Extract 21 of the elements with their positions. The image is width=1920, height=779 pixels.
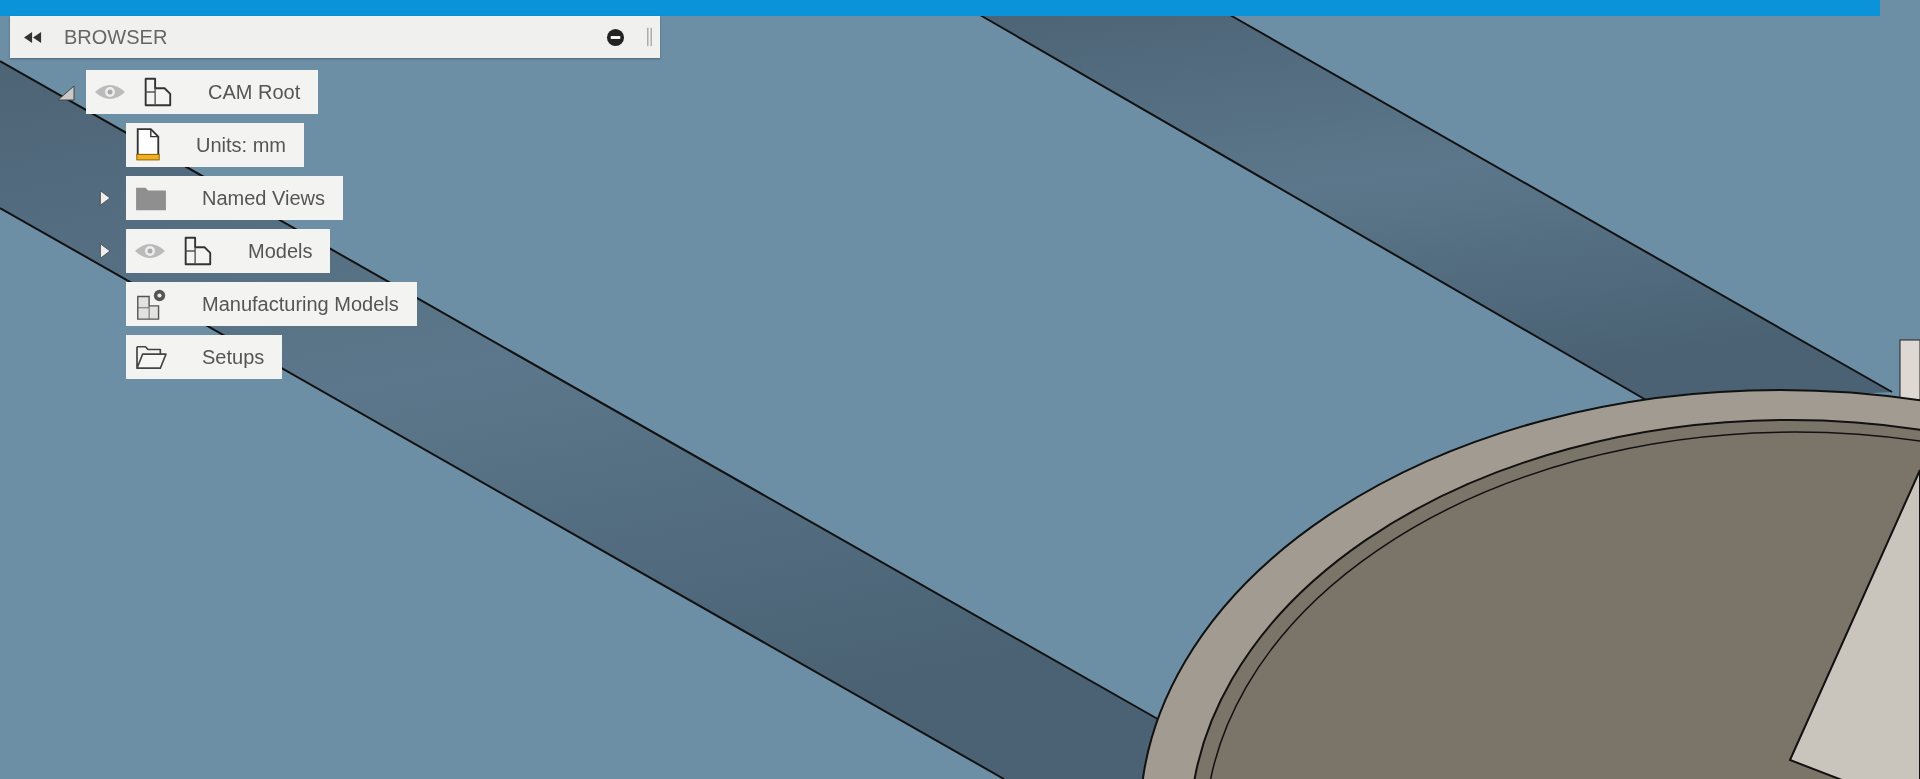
node-label: Named Views: [201, 186, 326, 210]
browser-node[interactable]: Setups: [126, 335, 283, 379]
minus-circle-icon[interactable]: [606, 27, 625, 47]
node-label: Models: [247, 239, 313, 263]
node-label: CAM Root: [207, 80, 301, 104]
collapse-toggle-icon[interactable]: [56, 82, 76, 102]
manufacturing-model-icon: [134, 287, 168, 321]
resize-handle-icon[interactable]: [647, 26, 652, 48]
model-block: [1899, 339, 1920, 401]
browser-node[interactable]: Units: mm: [126, 123, 304, 167]
open-folder-icon: [134, 343, 168, 371]
browser-node[interactable]: CAM Root: [86, 70, 319, 114]
panel-title: BROWSER: [64, 25, 168, 49]
browser-node[interactable]: Models: [126, 229, 331, 273]
node-label: Setups: [201, 345, 265, 369]
collapse-panel-icon[interactable]: [24, 31, 42, 43]
node-label: Manufacturing Models: [201, 292, 399, 316]
node-label: Units: mm: [195, 133, 286, 157]
document-icon: [134, 127, 162, 163]
browser-node[interactable]: Manufacturing Models: [126, 282, 417, 326]
browser-node[interactable]: Named Views: [126, 176, 344, 220]
